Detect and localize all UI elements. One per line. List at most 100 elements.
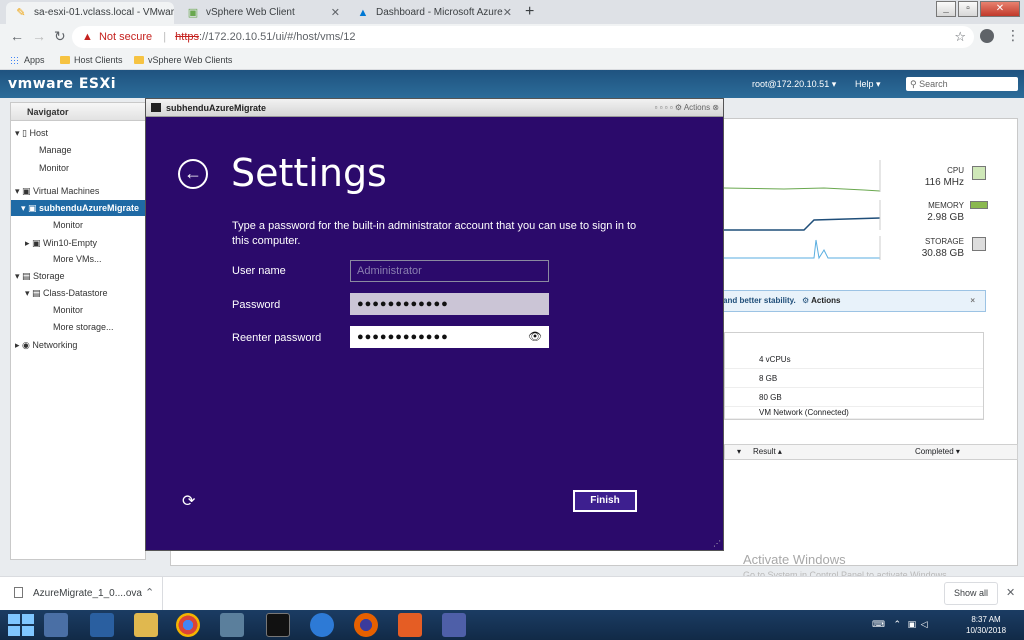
divider [162,577,163,611]
minimize-button[interactable]: _ [936,1,956,17]
tab-vsphere[interactable]: ▣ vSphere Web Client ✕ [178,2,346,24]
back-arrow-icon[interactable]: ← [178,159,208,189]
hw-memory-row: 8 GB [725,369,983,388]
reenter-password-label: Reenter password [232,332,322,344]
forward-arrow-icon[interactable]: → [32,28,46,44]
download-shelf: AzureMigrate_1_0....ova ⌃ Show all ✕ [0,576,1024,611]
console-actions-menu[interactable]: ▫ ▫ ▫ ▫ ⚙ Actions ⊗ [655,99,719,117]
nav-class-datastore[interactable]: ▾ ▤ Class-Datastore [11,285,145,301]
clock-date: 10/30/2018 [966,626,1007,635]
close-tab-icon[interactable]: ✕ [503,2,512,24]
bookmark-vsphere-clients[interactable]: vSphere Web Clients [134,50,232,70]
close-shelf-icon[interactable]: ✕ [1006,586,1015,599]
search-placeholder: Search [919,79,948,89]
bookmark-star-icon[interactable]: ☆ [954,26,966,48]
password-label: Password [232,299,281,311]
nav-host-monitor[interactable]: Monitor [11,160,145,176]
network-icon[interactable]: ▣ [908,619,917,629]
metric-label: MEMORY [928,201,964,210]
nav-networking[interactable]: ▸ ◉ Networking [11,337,145,353]
search-icon: ⚲ [910,79,920,89]
volume-icon[interactable]: ◁ [921,619,928,629]
download-item[interactable]: AzureMigrate_1_0....ova [14,587,142,599]
finish-button[interactable]: Finish [573,490,637,512]
metric-value: 2.98 GB [927,212,964,223]
user-menu[interactable]: root@172.20.10.51 ▾ [752,79,836,90]
nav-host[interactable]: ▾ ▯ Host [11,125,145,141]
password-field[interactable]: ●●●●●●●●●●●● [350,293,549,315]
bookmarks-bar: Apps Host Clients vSphere Web Clients [0,50,1024,70]
file-explorer-icon[interactable] [134,613,158,637]
pdf-tool-icon[interactable] [398,613,422,637]
windows-start-icon[interactable] [8,614,36,636]
notice-text: and better stability. [723,296,796,305]
close-window-button[interactable]: ✕ [980,1,1020,17]
chevron-up-icon[interactable]: ⌃ [894,619,902,629]
apps-grid-icon [10,56,20,64]
close-tab-icon[interactable]: ✕ [331,2,340,24]
maximize-button[interactable]: ▫ [958,1,978,17]
nav-vm-monitor[interactable]: Monitor [11,217,145,233]
url-scheme: https [175,31,199,43]
nav-vm-win10-empty[interactable]: ▸ ▣ Win10-Empty [11,235,145,251]
reload-icon[interactable]: ↻ [54,28,66,45]
username-field[interactable]: Administrator [350,260,549,282]
result-column-header[interactable]: Result ▴ [753,445,782,459]
taskbar-clock[interactable]: 8:37 AM 10/30/2018 [966,614,1006,636]
keyboard-icon[interactable]: ⌨ [872,619,885,629]
bookmark-host-clients[interactable]: Host Clients [60,50,123,70]
tab-title: vSphere Web Client [206,7,295,18]
bookmark-label: Apps [24,55,45,65]
azure-favicon-icon: ▲ [357,7,369,19]
nav-virtual-machines[interactable]: ▾ ▣ Virtual Machines [11,183,145,199]
close-notice-icon[interactable]: × [970,291,975,311]
completed-column-header[interactable]: Completed ▾ [915,445,960,459]
chrome-icon[interactable] [176,613,200,637]
nav-datastore-monitor[interactable]: Monitor [11,302,145,318]
chevron-down-icon[interactable]: ▾ [737,445,741,459]
omnibox[interactable]: ▲ Not secure | https://172.20.10.51/ui/#… [72,26,974,48]
nav-vm-subhenduazuremigrate[interactable]: ▾ ▣ subhenduAzureMigrate [11,200,145,216]
server-manager-icon[interactable] [44,613,68,637]
command-prompt-icon[interactable] [266,613,290,637]
console-titlebar[interactable]: subhenduAzureMigrate ▫ ▫ ▫ ▫ ⚙ Actions ⊗ [146,99,723,117]
clock-time: 8:37 AM [971,615,1001,624]
system-tray: ⌨ ⌃ ▣ ◁ [872,619,928,630]
storage-icon [972,237,986,251]
search-input[interactable]: ⚲ Search [906,77,1018,91]
help-menu[interactable]: Help ▾ [855,79,881,90]
tab-azure[interactable]: ▲ Dashboard - Microsoft Azure ✕ [348,2,518,24]
nav-host-manage[interactable]: Manage [11,142,145,158]
more-menu-icon[interactable]: ⋮ [1006,27,1020,44]
back-arrow-icon[interactable]: ← [10,28,24,44]
vsphere-favicon-icon: ▣ [187,7,199,19]
vsphere-client-icon[interactable] [442,613,466,637]
firefox-icon[interactable] [354,613,378,637]
notice-actions-link[interactable]: Actions [811,296,840,305]
monitor-icon [151,103,161,112]
windows-taskbar: ⌨ ⌃ ▣ ◁ 8:37 AM 10/30/2018 [0,610,1024,640]
nav-storage[interactable]: ▾ ▤ Storage [11,268,145,284]
ease-of-access-icon[interactable]: ⟳ [182,491,195,511]
account-icon[interactable] [980,29,994,43]
hw-cpu-row: 4 vCPUs [725,350,983,369]
password-instructions: Type a password for the built-in adminis… [232,220,637,247]
not-secure-label[interactable]: Not secure [99,31,152,43]
tab-esxi[interactable]: ✎ sa-esxi-01.vclass.local - VMware ESXi [6,2,174,24]
bookmark-apps[interactable]: Apps [10,50,45,70]
memory-metric: MEMORY 2.98 GB [900,201,964,223]
storage-sparkline [724,239,880,260]
nav-more-storage[interactable]: More storage... [11,319,145,335]
metric-value: 30.88 GB [921,248,964,259]
reveal-password-eye-icon[interactable]: 👁 [528,327,542,347]
show-all-button[interactable]: Show all [944,582,998,605]
reenter-password-field[interactable]: ●●●●●●●●●●●● 👁 [350,326,549,348]
powershell-icon[interactable] [90,613,114,637]
remote-desktop-icon[interactable] [220,613,244,637]
chevron-up-icon[interactable]: ⌃ [145,586,154,599]
new-tab-button[interactable]: + [525,3,534,21]
nav-more-vms[interactable]: More VMs... [11,251,145,267]
cpu-sparkline [724,187,881,192]
internet-explorer-icon[interactable] [310,613,334,637]
resize-grip-icon[interactable]: ⋰ [713,539,721,548]
